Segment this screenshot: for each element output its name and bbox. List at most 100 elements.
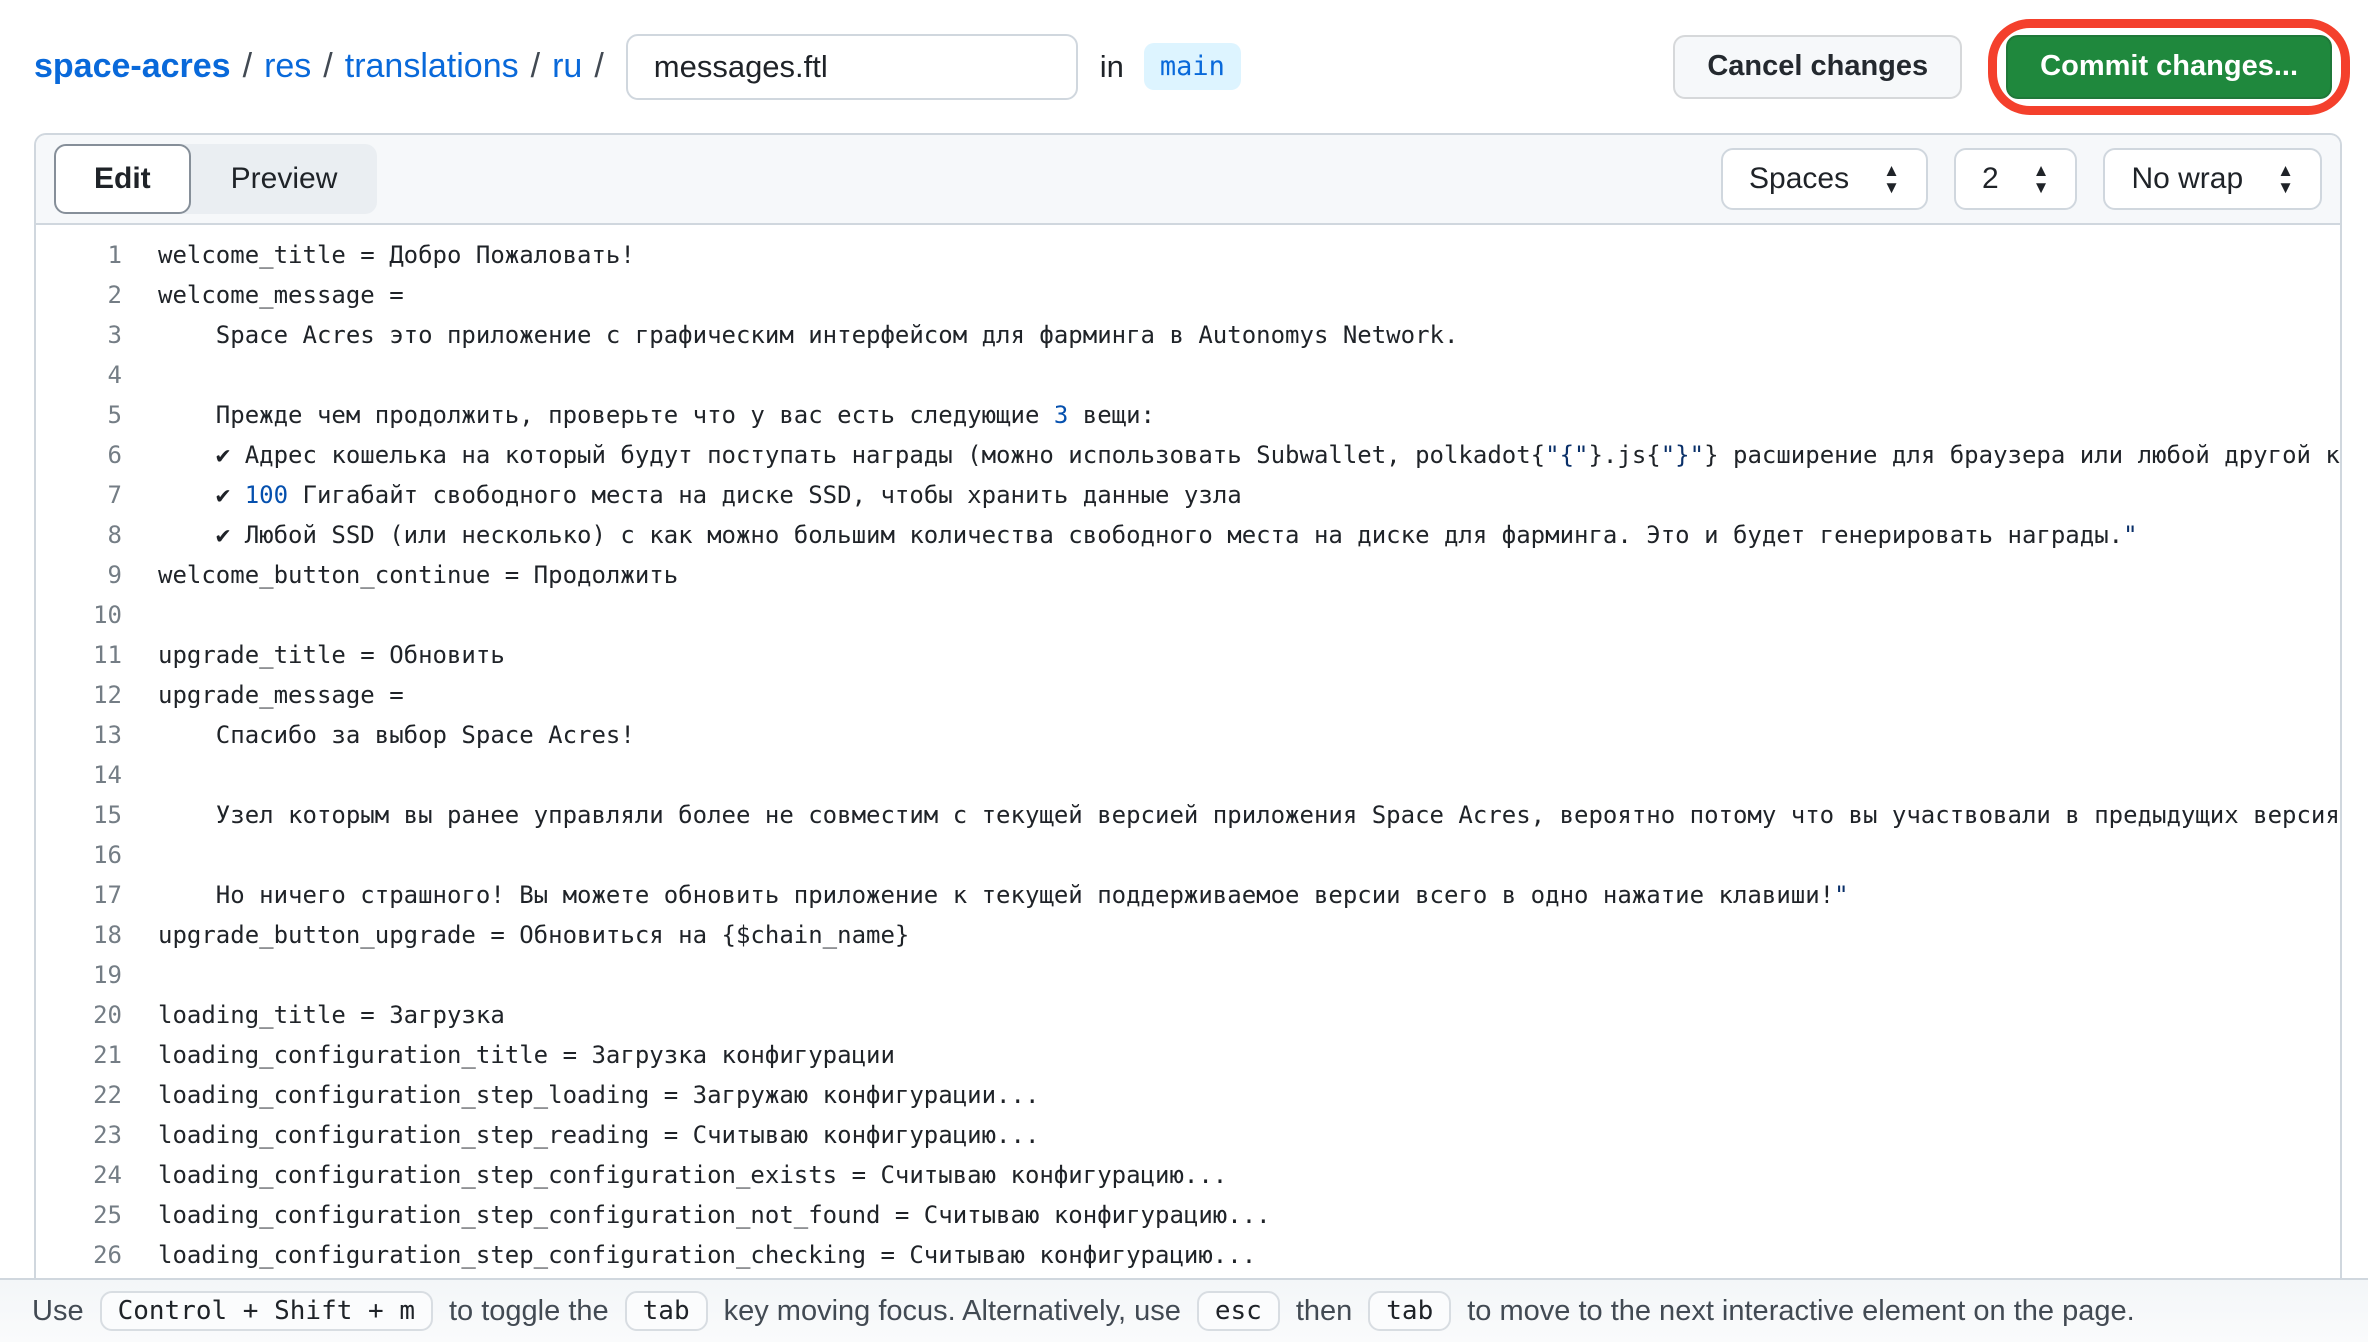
code-text: Space Acres это приложение с графическим… — [158, 321, 1458, 349]
keyboard-shortcut-key: tab — [625, 1291, 708, 1331]
code-text: upgrade_button_upgrade = Обновиться на {… — [158, 921, 909, 949]
code-line[interactable]: 7 ✔ 100 Гигабайт свободного места на дис… — [36, 475, 2340, 515]
code-text: Узел которым вы ранее управляли более не… — [158, 801, 2340, 829]
code-line[interactable]: 15 Узел которым вы ранее управляли более… — [36, 795, 2340, 835]
hint-text: Use — [32, 1295, 84, 1328]
code-line[interactable]: 21loading_configuration_title = Загрузка… — [36, 1035, 2340, 1075]
wrap-mode-value: No wrap — [2131, 162, 2243, 196]
indent-mode-value: Spaces — [1749, 162, 1849, 196]
code-lines: 1welcome_title = Добро Пожаловать!2welco… — [36, 235, 2340, 1275]
keyboard-shortcut-key: esc — [1197, 1291, 1280, 1331]
line-number: 7 — [36, 481, 158, 509]
hint-text: then — [1296, 1295, 1352, 1328]
code-line[interactable]: 14 — [36, 755, 2340, 795]
indent-size-select[interactable]: 2 ▲▼ — [1954, 148, 2078, 210]
branch-badge[interactable]: main — [1144, 43, 1241, 90]
commit-button-wrap: Commit changes... — [2006, 35, 2332, 99]
code-line[interactable]: 26loading_configuration_step_configurati… — [36, 1235, 2340, 1275]
cancel-changes-button[interactable]: Cancel changes — [1673, 35, 1962, 99]
hint-text: to move to the next interactive element … — [1467, 1295, 2134, 1328]
code-line[interactable]: 22loading_configuration_step_loading = З… — [36, 1075, 2340, 1115]
line-number: 10 — [36, 601, 158, 629]
code-line[interactable]: 8 ✔ Любой SSD (или несколько) с как можн… — [36, 515, 2340, 555]
breadcrumb-ru-link[interactable]: ru — [552, 47, 582, 86]
code-text: Спасибо за выбор Space Acres! — [158, 721, 635, 749]
code-line[interactable]: 24loading_configuration_step_configurati… — [36, 1155, 2340, 1195]
code-line[interactable]: 4 — [36, 355, 2340, 395]
keyboard-shortcut-key: Control + Shift + m — [100, 1291, 433, 1331]
code-line[interactable]: 2welcome_message = — [36, 275, 2340, 315]
code-text: loading_configuration_step_reading = Счи… — [158, 1121, 1039, 1149]
line-number: 3 — [36, 321, 158, 349]
line-number: 26 — [36, 1241, 158, 1269]
breadcrumb-separator: / — [531, 47, 540, 86]
code-text: upgrade_title = Обновить — [158, 641, 505, 669]
tab-edit[interactable]: Edit — [54, 144, 191, 214]
indent-mode-select[interactable]: Spaces ▲▼ — [1721, 148, 1928, 210]
accessibility-hint-bar: UseControl + Shift + mto toggle thetabke… — [0, 1278, 2368, 1342]
code-text: Но ничего страшного! Вы можете обновить … — [158, 881, 1849, 909]
editor-settings: Spaces ▲▼ 2 ▲▼ No wrap ▲▼ — [1721, 148, 2322, 210]
updown-arrows-icon: ▲▼ — [2033, 162, 2050, 196]
line-number: 14 — [36, 761, 158, 789]
code-text: welcome_title = Добро Пожаловать! — [158, 241, 635, 269]
code-line[interactable]: 23loading_configuration_step_reading = С… — [36, 1115, 2340, 1155]
breadcrumb: space-acres / res / translations / ru / — [34, 47, 616, 86]
filename-input[interactable] — [626, 34, 1078, 100]
breadcrumb-repo-link[interactable]: space-acres — [34, 47, 231, 86]
updown-arrows-icon: ▲▼ — [1883, 162, 1900, 196]
line-number: 12 — [36, 681, 158, 709]
code-text: Прежде чем продолжить, проверьте что у в… — [158, 401, 1155, 429]
code-text: upgrade_message = — [158, 681, 404, 709]
breadcrumb-res-link[interactable]: res — [264, 47, 311, 86]
line-number: 9 — [36, 561, 158, 589]
code-line[interactable]: 5 Прежде чем продолжить, проверьте что у… — [36, 395, 2340, 435]
updown-arrows-icon: ▲▼ — [2277, 162, 2294, 196]
line-number: 8 — [36, 521, 158, 549]
code-text: loading_configuration_title = Загрузка к… — [158, 1041, 895, 1069]
line-number: 19 — [36, 961, 158, 989]
code-text: loading_title = Загрузка — [158, 1001, 505, 1029]
code-line[interactable]: 11upgrade_title = Обновить — [36, 635, 2340, 675]
code-text: loading_configuration_step_configuration… — [158, 1201, 1271, 1229]
line-number: 11 — [36, 641, 158, 669]
code-line[interactable]: 3 Space Acres это приложение с графическ… — [36, 315, 2340, 355]
code-text: welcome_button_continue = Продолжить — [158, 561, 678, 589]
code-line[interactable]: 17 Но ничего страшного! Вы можете обнови… — [36, 875, 2340, 915]
line-number: 23 — [36, 1121, 158, 1149]
line-number: 17 — [36, 881, 158, 909]
code-editor-area[interactable]: 1welcome_title = Добро Пожаловать!2welco… — [36, 225, 2340, 1278]
line-number: 2 — [36, 281, 158, 309]
line-number: 22 — [36, 1081, 158, 1109]
code-line[interactable]: 6 ✔ Адрес кошелька на который будут пост… — [36, 435, 2340, 475]
code-line[interactable]: 19 — [36, 955, 2340, 995]
code-line[interactable]: 16 — [36, 835, 2340, 875]
code-line[interactable]: 9welcome_button_continue = Продолжить — [36, 555, 2340, 595]
edit-preview-tabs: Edit Preview — [54, 144, 377, 214]
code-text: ✔ Любой SSD (или несколько) с как можно … — [158, 521, 2138, 549]
line-number: 20 — [36, 1001, 158, 1029]
wrap-mode-select[interactable]: No wrap ▲▼ — [2103, 148, 2322, 210]
indent-size-value: 2 — [1982, 162, 1999, 196]
code-line[interactable]: 12upgrade_message = — [36, 675, 2340, 715]
breadcrumb-separator: / — [323, 47, 332, 86]
keyboard-shortcut-key: tab — [1368, 1291, 1451, 1331]
code-line[interactable]: 1welcome_title = Добро Пожаловать! — [36, 235, 2340, 275]
code-line[interactable]: 18upgrade_button_upgrade = Обновиться на… — [36, 915, 2340, 955]
code-line[interactable]: 10 — [36, 595, 2340, 635]
code-text: ✔ 100 Гигабайт свободного места на диске… — [158, 481, 1242, 509]
code-line[interactable]: 20loading_title = Загрузка — [36, 995, 2340, 1035]
code-line[interactable]: 13 Спасибо за выбор Space Acres! — [36, 715, 2340, 755]
breadcrumb-separator: / — [243, 47, 252, 86]
hint-text: to toggle the — [449, 1295, 609, 1328]
breadcrumb-translations-link[interactable]: translations — [345, 47, 519, 86]
tab-preview[interactable]: Preview — [191, 144, 378, 214]
line-number: 18 — [36, 921, 158, 949]
code-text: loading_configuration_step_loading = Заг… — [158, 1081, 1039, 1109]
code-text: ✔ Адрес кошелька на который будут поступ… — [158, 441, 2340, 469]
editor-toolbar: Edit Preview Spaces ▲▼ 2 ▲▼ No wrap ▲▼ — [36, 135, 2340, 225]
commit-changes-button[interactable]: Commit changes... — [2006, 35, 2332, 99]
line-number: 13 — [36, 721, 158, 749]
code-line[interactable]: 25loading_configuration_step_configurati… — [36, 1195, 2340, 1235]
line-number: 24 — [36, 1161, 158, 1189]
